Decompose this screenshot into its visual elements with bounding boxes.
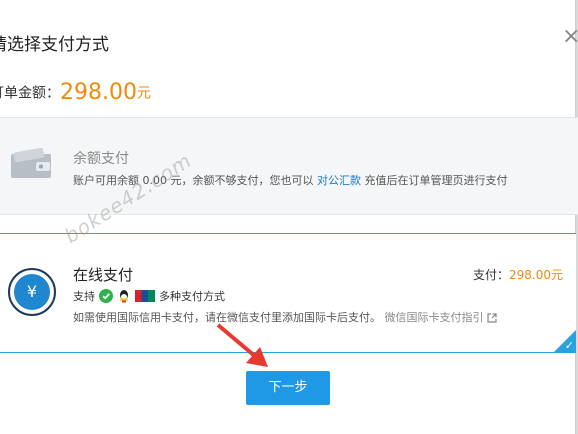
online-amount-label: 支付： <box>473 268 510 282</box>
corporate-transfer-link[interactable]: 对公汇款 <box>317 174 361 187</box>
order-amount-value: 298.00 <box>60 80 137 105</box>
online-amount-value: 298.00元 <box>509 268 564 282</box>
order-amount: 订单金额：298.00元 <box>0 80 151 105</box>
methods-label: 多种支付方式 <box>159 290 225 303</box>
yen-icon: ¥ <box>8 268 56 316</box>
online-title: 在线支付 <box>73 266 134 284</box>
next-step-button[interactable]: 下一步 <box>246 371 330 405</box>
wallet-icon <box>11 148 51 178</box>
balance-title: 余额支付 <box>73 151 129 167</box>
dialog-title: 请选择支付方式 <box>0 35 109 55</box>
intl-card-note: 如需使用国际信用卡支付，请在微信支付里添加国际卡后支付。 微信国际卡支付指引 <box>73 309 497 325</box>
unionpay-icon <box>135 290 155 302</box>
order-amount-unit: 元 <box>136 85 151 102</box>
support-methods: 支持 多种支付方式 <box>73 288 225 304</box>
order-amount-label: 订单金额： <box>0 85 60 102</box>
online-amount: 支付：298.00元 <box>473 266 563 283</box>
external-link-icon <box>487 313 497 323</box>
online-payment-option[interactable]: ¥ 在线支付 支付：298.00元 支持 多种支付方式 如需使用国际信用卡支付，… <box>0 233 576 353</box>
red-arrow-annotation <box>216 323 268 367</box>
wechat-intl-card-guide-link[interactable]: 微信国际卡支付指引 <box>385 311 484 324</box>
checkmark-icon: ✓ <box>564 339 574 352</box>
balance-desc-suffix: 充值后在订单管理页进行支付 <box>364 174 508 187</box>
qq-icon <box>120 290 128 303</box>
wechat-icon <box>99 289 113 303</box>
balance-payment-option[interactable]: 余额支付 账户可用余额 0.00 元，余额不够支付，您也可以 对公汇款 充值后在… <box>0 117 578 215</box>
close-icon[interactable]: × <box>562 26 578 48</box>
balance-desc-prefix: 账户可用余额 0.00 元，余额不够支付，您也可以 <box>73 174 314 187</box>
support-label: 支持 <box>73 290 95 303</box>
